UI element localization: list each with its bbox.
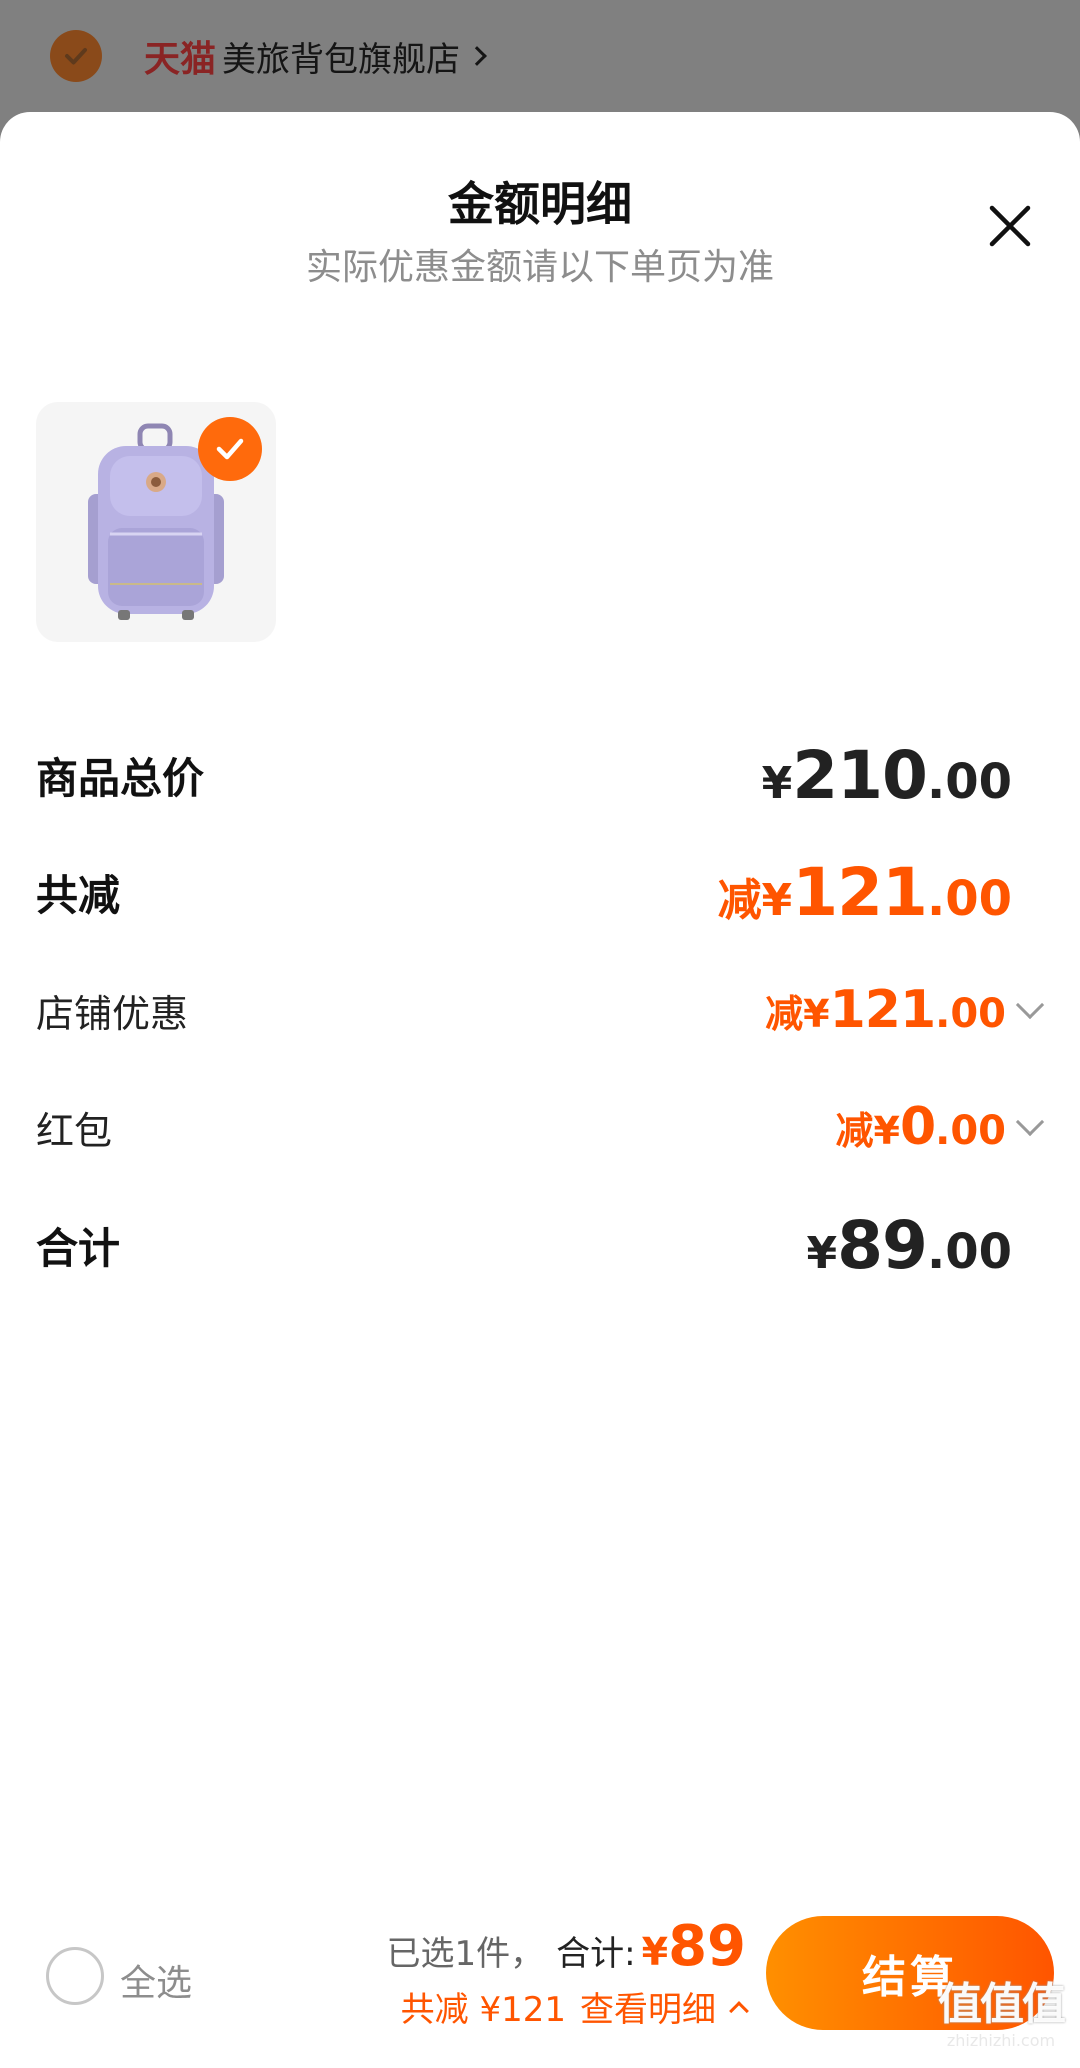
chevron-up-icon xyxy=(729,2000,749,2021)
shop-discount-label: 店铺优惠 xyxy=(36,991,189,1036)
discount-prefix: 减¥ xyxy=(835,1109,900,1153)
grand-total-value: ¥ 89 .00 xyxy=(806,1207,1046,1284)
amount-decimal: .00 xyxy=(926,870,1012,927)
total-discount-value: 减¥ 121 .00 xyxy=(718,854,1046,931)
grand-total-row: 合计 ¥ 89 .00 xyxy=(36,1207,1046,1284)
red-packet-row[interactable]: 红包 减¥ 0 .00 xyxy=(36,1092,1046,1162)
total-price-label: 商品总价 xyxy=(36,753,205,803)
red-packet-amount-group: 减¥ 0 .00 xyxy=(836,1097,1047,1157)
red-packet-label: 红包 xyxy=(36,1108,113,1153)
view-detail-label: 查看明细 xyxy=(580,1990,716,2030)
amount-integer: 0 xyxy=(899,1097,936,1157)
amount-integer: 89 xyxy=(668,1914,746,1979)
selected-count: 已选1件， xyxy=(386,1934,545,1974)
grand-total-label: 合计 xyxy=(36,1223,121,1273)
amount-integer: 210 xyxy=(792,736,928,814)
checkout-bar: 全选 已选1件， 合计: ¥ 89 共减 ¥121 查看明细 结算 值值值 zh… xyxy=(0,1900,1080,2068)
sheet-title: 金额明细 xyxy=(448,177,632,231)
amount-detail-sheet: 金额明细 实际优惠金额请以下单页为准 商品总价 ¥ 210 .00 共减 减¥ … xyxy=(0,112,1080,2068)
sum-label: 合计: xyxy=(556,1934,636,1974)
product-thumbnail[interactable] xyxy=(36,402,276,642)
store-select-checkbox[interactable] xyxy=(50,30,102,82)
tmall-logo: 天猫 xyxy=(144,39,217,80)
currency-symbol: ¥ xyxy=(806,1227,838,1279)
view-detail-link[interactable]: 共减 ¥121 查看明细 xyxy=(400,1982,749,2031)
discount-prefix: 减¥ xyxy=(765,992,830,1036)
total-price-row: 商品总价 ¥ 210 .00 xyxy=(36,737,1046,814)
red-packet-value: 减¥ 0 .00 xyxy=(836,1097,1021,1157)
store-header: 天猫 美旅背包旗舰店 xyxy=(0,0,1080,112)
check-icon xyxy=(65,48,87,65)
shop-discount-row[interactable]: 店铺优惠 减¥ 121 .00 xyxy=(36,975,1046,1045)
page: 天猫 美旅背包旗舰店 金额明细 实际优惠金额请以下单页为准 商品总价 ¥ 210… xyxy=(0,0,1080,2068)
selected-summary: 已选1件， 合计: ¥ 89 xyxy=(387,1914,747,1979)
select-all-checkbox[interactable] xyxy=(46,1947,104,2005)
close-icon xyxy=(989,205,1031,247)
shop-discount-amount-group: 减¥ 121 .00 xyxy=(765,980,1046,1040)
amount-decimal: .00 xyxy=(935,1108,1006,1154)
store-name-link[interactable]: 美旅背包旗舰店 xyxy=(222,32,460,81)
close-button[interactable] xyxy=(984,200,1036,252)
total-discount-label: 共减 xyxy=(36,870,121,920)
check-icon xyxy=(216,438,244,460)
sum-amount: ¥ 89 xyxy=(642,1914,746,1979)
discount-summary: 共减 ¥121 xyxy=(400,1990,566,2030)
total-price-value: ¥ 210 .00 xyxy=(762,737,1046,814)
shop-discount-value: 减¥ 121 .00 xyxy=(765,980,1020,1040)
watermark-logo: 值值值 xyxy=(938,1979,1066,2030)
currency-symbol: ¥ xyxy=(641,1930,669,1974)
total-discount-row: 共减 减¥ 121 .00 xyxy=(36,854,1046,931)
product-select-checkbox[interactable] xyxy=(198,417,262,481)
chevron-down-icon[interactable] xyxy=(1015,1107,1045,1137)
chevron-down-icon[interactable] xyxy=(1015,990,1045,1020)
watermark: 值值值 zhizhizhi.com xyxy=(926,1980,1076,2060)
amount-integer: 121 xyxy=(792,853,928,931)
amount-integer: 89 xyxy=(837,1206,928,1284)
sheet-subtitle: 实际优惠金额请以下单页为准 xyxy=(305,247,774,288)
select-all-label[interactable]: 全选 xyxy=(120,1954,192,2006)
amount-integer: 121 xyxy=(829,980,937,1040)
amount-decimal: .00 xyxy=(926,1223,1012,1280)
currency-symbol: ¥ xyxy=(761,757,793,809)
chevron-right-icon xyxy=(467,46,487,66)
watermark-url: zhizhizhi.com xyxy=(946,2031,1056,2050)
amount-decimal: .00 xyxy=(926,753,1012,810)
amount-decimal: .00 xyxy=(935,991,1006,1037)
discount-prefix: 减¥ xyxy=(717,874,793,926)
